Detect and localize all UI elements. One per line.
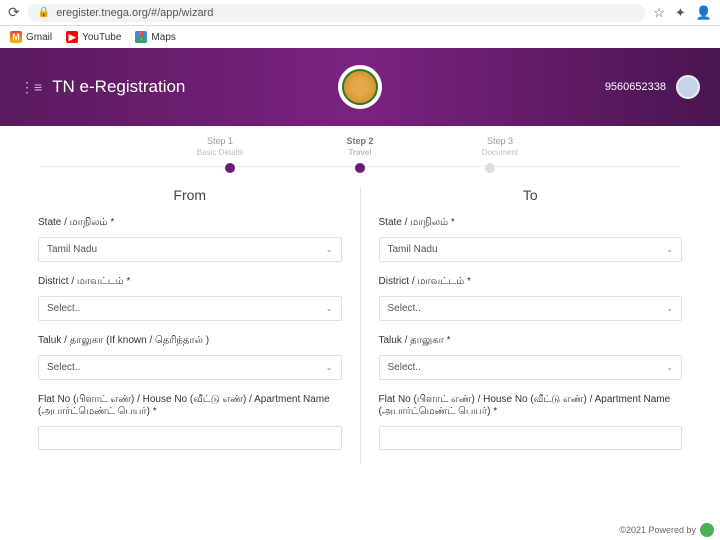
extension-icon[interactable]: ✦ bbox=[675, 5, 686, 21]
from-flat-label: Flat No (பிளாட் எண்) / House No (வீட்டு … bbox=[38, 394, 342, 418]
to-column: To State / மாநிலம் * Tamil Nadu⌄ Distric… bbox=[361, 187, 701, 464]
bookmark-youtube[interactable]: ▶YouTube bbox=[66, 31, 121, 43]
footer: ©2021 Powered by bbox=[613, 520, 720, 540]
gmail-icon: M bbox=[10, 31, 22, 43]
url-text: eregister.tnega.org/#/app/wizard bbox=[56, 7, 213, 19]
emblem-logo bbox=[338, 65, 382, 109]
from-title: From bbox=[38, 187, 342, 203]
step-2[interactable]: Step 2Travel bbox=[330, 136, 390, 157]
from-taluk-field: Taluk / தாலுகா (If known / தெரிந்தால் ) … bbox=[38, 335, 342, 380]
bookmarks-bar: MGmail ▶YouTube 📍Maps bbox=[0, 26, 720, 48]
from-flat-input[interactable] bbox=[38, 426, 342, 450]
from-district-select[interactable]: Select..⌄ bbox=[38, 296, 342, 321]
refresh-icon[interactable]: ⟳ bbox=[8, 4, 20, 21]
from-state-select[interactable]: Tamil Nadu⌄ bbox=[38, 237, 342, 262]
chevron-down-icon: ⌄ bbox=[326, 363, 333, 372]
menu-icon[interactable]: ⋮≡ bbox=[20, 79, 42, 96]
dot-2 bbox=[355, 163, 365, 173]
from-state-label: State / மாநிலம் * bbox=[38, 217, 342, 229]
from-taluk-label: Taluk / தாலுகா (If known / தெரிந்தால் ) bbox=[38, 335, 342, 347]
form-area: From State / மாநிலம் * Tamil Nadu⌄ Distr… bbox=[0, 181, 720, 470]
youtube-icon: ▶ bbox=[66, 31, 78, 43]
from-district-field: District / மாவட்டம் * Select..⌄ bbox=[38, 276, 342, 321]
bookmark-maps[interactable]: 📍Maps bbox=[135, 31, 175, 43]
stepper: Step 1Basic Details Step 2Travel Step 3D… bbox=[0, 126, 720, 161]
to-flat-input[interactable] bbox=[379, 426, 683, 450]
to-flat-field: Flat No (பிளாட் எண்) / House No (வீட்டு … bbox=[379, 394, 683, 450]
browser-actions: ☆ ✦ 👤 bbox=[653, 5, 712, 21]
footer-text: ©2021 Powered by bbox=[619, 525, 696, 535]
to-taluk-label: Taluk / தாலுகா * bbox=[379, 335, 683, 347]
browser-toolbar: ⟳ 🔒 eregister.tnega.org/#/app/wizard ☆ ✦… bbox=[0, 0, 720, 26]
to-taluk-field: Taluk / தாலுகா * Select..⌄ bbox=[379, 335, 683, 380]
app-title: TN e-Registration bbox=[52, 77, 185, 97]
to-district-field: District / மாவட்டம் * Select..⌄ bbox=[379, 276, 683, 321]
to-district-label: District / மாவட்டம் * bbox=[379, 276, 683, 288]
url-bar[interactable]: 🔒 eregister.tnega.org/#/app/wizard bbox=[28, 4, 646, 22]
to-taluk-select[interactable]: Select..⌄ bbox=[379, 355, 683, 380]
user-area: 9560652338 bbox=[605, 75, 700, 99]
chevron-down-icon: ⌄ bbox=[326, 304, 333, 313]
user-id: 9560652338 bbox=[605, 81, 666, 93]
from-state-field: State / மாநிலம் * Tamil Nadu⌄ bbox=[38, 217, 342, 262]
footer-logo-icon bbox=[700, 523, 714, 537]
to-title: To bbox=[379, 187, 683, 203]
avatar[interactable] bbox=[676, 75, 700, 99]
profile-icon[interactable]: 👤 bbox=[696, 5, 712, 21]
to-state-select[interactable]: Tamil Nadu⌄ bbox=[379, 237, 683, 262]
chevron-down-icon: ⌄ bbox=[666, 363, 673, 372]
app-header: ⋮≡ TN e-Registration 9560652338 bbox=[0, 48, 720, 126]
from-taluk-select[interactable]: Select..⌄ bbox=[38, 355, 342, 380]
to-state-label: State / மாநிலம் * bbox=[379, 217, 683, 229]
stepper-dots bbox=[0, 161, 720, 181]
from-column: From State / மாநிலம் * Tamil Nadu⌄ Distr… bbox=[20, 187, 360, 464]
bookmark-gmail[interactable]: MGmail bbox=[10, 31, 52, 43]
chevron-down-icon: ⌄ bbox=[326, 245, 333, 254]
step-3[interactable]: Step 3Document bbox=[470, 136, 530, 157]
star-icon[interactable]: ☆ bbox=[653, 5, 665, 21]
dot-1 bbox=[225, 163, 235, 173]
maps-icon: 📍 bbox=[135, 31, 147, 43]
to-district-select[interactable]: Select..⌄ bbox=[379, 296, 683, 321]
lock-icon: 🔒 bbox=[38, 7, 50, 18]
to-state-field: State / மாநிலம் * Tamil Nadu⌄ bbox=[379, 217, 683, 262]
step-1[interactable]: Step 1Basic Details bbox=[190, 136, 250, 157]
chevron-down-icon: ⌄ bbox=[666, 304, 673, 313]
from-flat-field: Flat No (பிளாட் எண்) / House No (வீட்டு … bbox=[38, 394, 342, 450]
chevron-down-icon: ⌄ bbox=[666, 245, 673, 254]
to-flat-label: Flat No (பிளாட் எண்) / House No (வீட்டு … bbox=[379, 394, 683, 418]
from-district-label: District / மாவட்டம் * bbox=[38, 276, 342, 288]
dot-3 bbox=[485, 163, 495, 173]
